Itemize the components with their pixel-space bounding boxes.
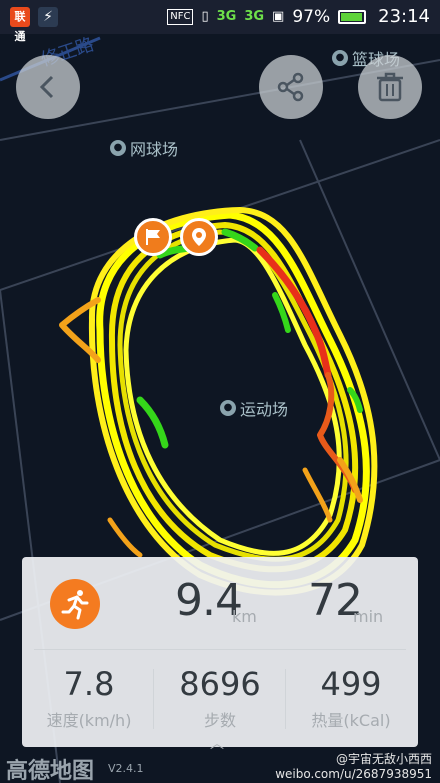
poi-sports-field[interactable]: ● 运动场 [220,396,288,420]
weibo-watermark: @宇宙无敌小西西 weibo.com/u/2687938951 [275,752,432,782]
poi-pin-icon: ● [220,400,236,416]
delete-button[interactable] [358,55,422,119]
network-type-secondary: 3G [244,9,265,24]
chevron-left-icon [39,75,54,99]
share-icon [277,72,304,102]
poi-tennis-label: 网球场 [130,140,179,159]
clock-time: 23:14 [378,6,430,27]
expand-chevron-icon[interactable]: ︿ [210,733,224,753]
flag-icon [146,229,160,245]
end-marker[interactable] [180,218,218,256]
back-button[interactable] [16,55,80,119]
vibrate-icon: ▯ [201,9,209,24]
status-bar: 联通 ⚡ NFC ▯ 3G 3G ▣ 97% 23:14 [0,0,440,43]
speed-value: 7.8 [63,665,115,703]
poi-pin-icon: ● [110,140,126,156]
start-marker[interactable] [134,218,172,256]
divider [34,649,406,650]
calories-value: 499 [320,665,382,703]
watermark-user: @宇宙无敌小西西 [335,752,432,766]
poi-tennis-court[interactable]: ● 网球场 [110,136,178,160]
distance-unit: km [232,607,257,626]
network-type-primary: 3G [216,9,237,24]
running-route [59,207,378,596]
duration-unit: min [353,607,384,626]
trash-icon [377,72,403,102]
sim-icon: ▣ [272,9,285,24]
calories-label: 热量(kCal) [311,711,391,730]
share-button[interactable] [259,55,323,119]
steps-value: 8696 [179,665,261,703]
running-icon [50,579,100,629]
running-app-icon: ⚡ [38,7,58,27]
poi-pin-icon: ● [332,50,348,66]
location-pin-icon [192,228,206,246]
battery-icon [338,9,367,24]
workout-stats-card[interactable]: 9.4 km 72 min 7.8 速度(km/h) 8696 步数 499 热… [22,557,418,752]
nfc-icon: NFC [167,8,194,25]
battery-percent: 97% [292,6,331,27]
steps-label: 步数 [203,711,236,730]
speed-label: 速度(km/h) [46,711,132,730]
poi-sports-field-label: 运动场 [240,400,289,419]
carrier-app-icon: 联通 [10,7,30,43]
map-provider-logo: 高德地图 [6,759,95,783]
watermark-url: weibo.com/u/2687938951 [275,767,432,781]
map-version: V2.4.1 [108,762,144,775]
